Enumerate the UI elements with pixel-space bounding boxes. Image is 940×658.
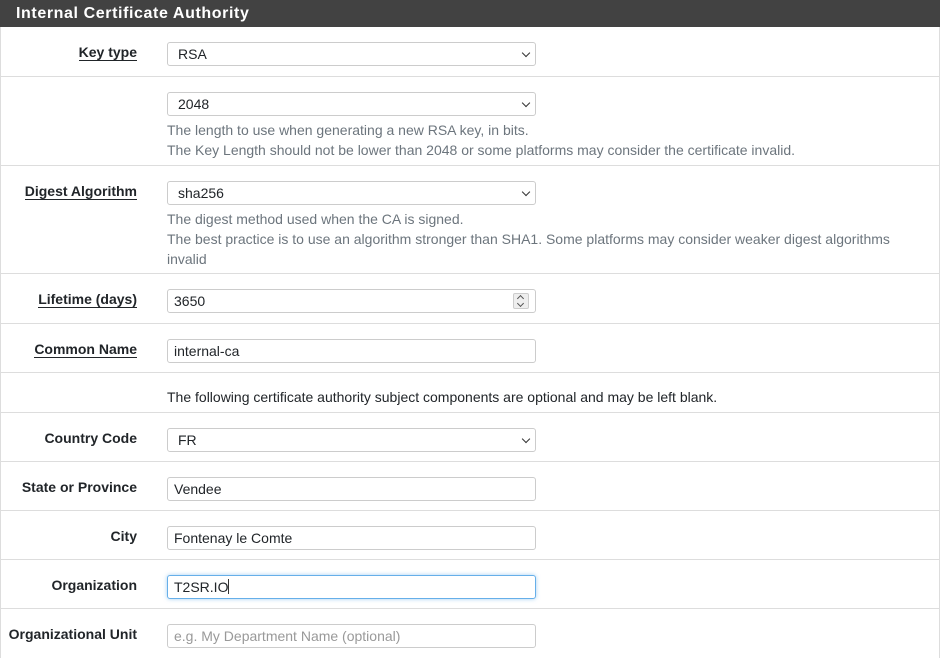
common-name-input[interactable]: internal-ca xyxy=(167,339,536,363)
city-label: City xyxy=(110,528,137,544)
lifetime-input[interactable]: 3650 xyxy=(167,289,536,313)
chevron-down-icon xyxy=(521,187,531,197)
lifetime-label: Lifetime (days) xyxy=(38,291,137,308)
chevron-down-icon xyxy=(521,48,531,58)
digest-algorithm-select[interactable]: sha256 xyxy=(167,181,536,205)
common-name-label: Common Name xyxy=(34,341,137,358)
digest-algorithm-label: Digest Algorithm xyxy=(24,183,137,200)
key-length-select[interactable]: 2048 xyxy=(167,92,536,116)
row-country-code: Country Code FR xyxy=(1,413,939,462)
key-length-help: The length to use when generating a new … xyxy=(167,122,796,158)
row-key-length: 2048 The length to use when generating a… xyxy=(1,77,939,166)
row-common-name: Common Name internal-ca xyxy=(1,324,939,373)
chevron-down-icon xyxy=(521,434,531,444)
row-org-unit: Organizational Unit e.g. My Department N… xyxy=(1,609,939,658)
city-input[interactable]: Fontenay le Comte xyxy=(167,526,536,550)
state-input[interactable]: Vendee xyxy=(167,477,536,501)
row-key-type: Key type RSA xyxy=(1,27,939,77)
text-caret xyxy=(228,579,230,594)
state-label: State or Province xyxy=(21,479,137,495)
organization-input[interactable]: T2SR.IO xyxy=(167,575,536,599)
row-lifetime: Lifetime (days) 3650 xyxy=(1,274,939,324)
country-code-label: Country Code xyxy=(44,430,137,446)
number-spinner[interactable] xyxy=(513,293,529,309)
ca-form: Key type RSA 2048 The length to use when… xyxy=(0,27,940,658)
key-type-select[interactable]: RSA xyxy=(167,42,536,66)
organization-label: Organization xyxy=(51,577,137,593)
row-state: State or Province Vendee xyxy=(1,462,939,511)
row-digest-algorithm: Digest Algorithm sha256 The digest metho… xyxy=(1,166,939,274)
digest-help: The digest method used when the CA is si… xyxy=(167,211,890,267)
org-unit-label: Organizational Unit xyxy=(8,626,137,642)
certificate-authority-panel: Internal Certificate Authority Key type … xyxy=(0,0,940,658)
org-unit-input[interactable]: e.g. My Department Name (optional) xyxy=(167,624,536,648)
country-code-select[interactable]: FR xyxy=(167,428,536,452)
panel-title: Internal Certificate Authority xyxy=(0,0,940,27)
row-city: City Fontenay le Comte xyxy=(1,511,939,560)
chevron-down-icon xyxy=(521,98,531,108)
optional-note: The following certificate authority subj… xyxy=(167,389,718,405)
row-organization: Organization T2SR.IO xyxy=(1,560,939,609)
key-type-label: Key type xyxy=(78,44,137,61)
row-optional-note: The following certificate authority subj… xyxy=(1,373,939,413)
